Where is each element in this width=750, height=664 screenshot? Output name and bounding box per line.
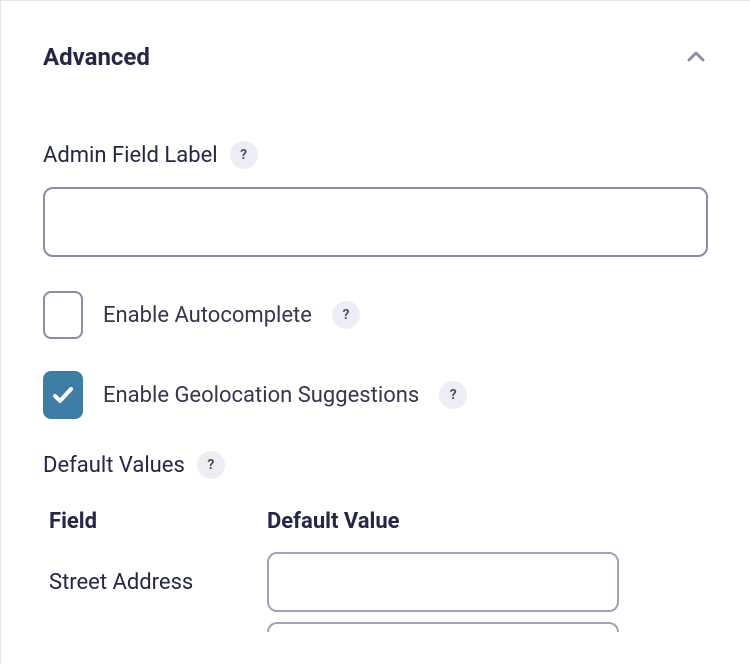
section-header: Advanced	[43, 43, 708, 71]
admin-field-label-row: Admin Field Label ?	[43, 141, 708, 169]
column-value-header: Default Value	[267, 509, 400, 534]
default-values-title: Default Values	[43, 453, 185, 478]
help-icon[interactable]: ?	[332, 301, 360, 329]
row-field-label: Street Address	[49, 570, 267, 595]
table-row: Street Address	[49, 552, 708, 612]
table-row	[49, 622, 708, 632]
geolocation-label: Enable Geolocation Suggestions	[103, 383, 419, 408]
geolocation-checkbox[interactable]	[43, 371, 83, 419]
admin-field-label-input[interactable]	[43, 187, 708, 257]
row-value-input[interactable]	[267, 552, 619, 612]
default-values-header: Default Values ?	[43, 451, 708, 479]
column-field-header: Field	[49, 509, 267, 534]
help-icon[interactable]: ?	[197, 451, 225, 479]
admin-field-label: Admin Field Label	[43, 143, 218, 168]
advanced-panel: Advanced Admin Field Label ? Enable Auto…	[1, 1, 750, 632]
section-title: Advanced	[43, 43, 150, 71]
row-value-input-partial	[267, 622, 619, 632]
geolocation-row: Enable Geolocation Suggestions ?	[43, 371, 708, 419]
autocomplete-label: Enable Autocomplete	[103, 303, 312, 328]
table-header: Field Default Value	[49, 509, 708, 534]
autocomplete-checkbox[interactable]	[43, 291, 83, 339]
chevron-up-icon[interactable]	[684, 45, 708, 69]
help-icon[interactable]: ?	[230, 141, 258, 169]
default-values-table: Field Default Value Street Address	[43, 509, 708, 632]
autocomplete-row: Enable Autocomplete ?	[43, 291, 708, 339]
help-icon[interactable]: ?	[439, 381, 467, 409]
